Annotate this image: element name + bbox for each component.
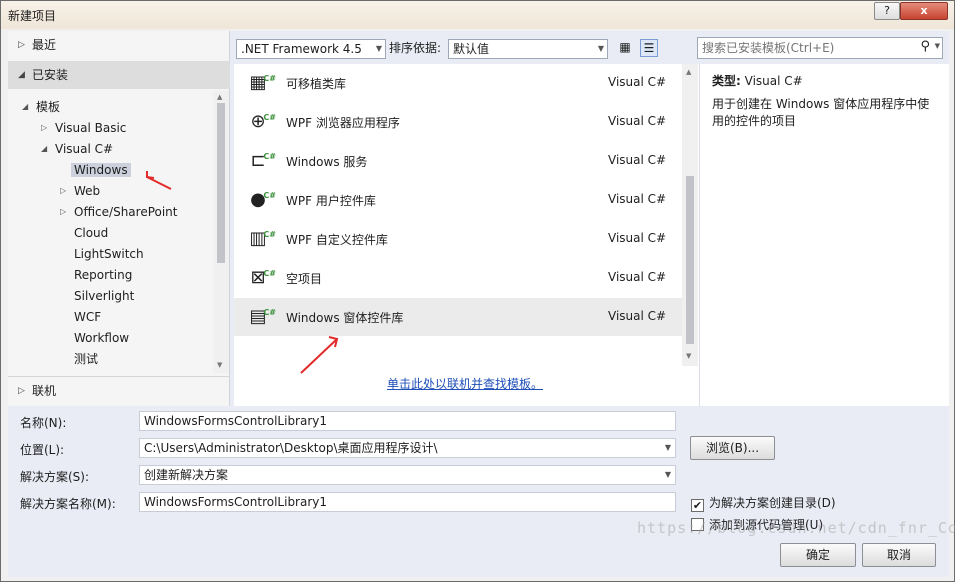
browse-button[interactable]: 浏览(B)... <box>690 436 775 460</box>
help-button[interactable]: ? <box>874 2 900 20</box>
tree-scrollbar[interactable]: ▲ ▼ <box>213 91 229 373</box>
close-button[interactable]: x <box>900 2 948 20</box>
title-bar: 新建项目 ? x <box>1 1 954 29</box>
solution-name-label: 解决方案名称(M): <box>20 497 116 511</box>
name-field[interactable]: WindowsFormsControlLibrary1 <box>139 411 676 431</box>
expand-icon[interactable]: ▷ <box>60 202 66 222</box>
template-description: 用于创建在 Windows 窗体应用程序中使用的控件的项目 <box>712 97 930 128</box>
checkmark-icon[interactable]: ✔ <box>691 499 704 512</box>
tree-node-templates[interactable]: ◢ 模板 <box>22 97 60 117</box>
template-item[interactable]: ● C# WPF 用户控件库 Visual C# <box>234 181 682 219</box>
ok-button[interactable]: 确定 <box>780 543 856 567</box>
scroll-up-icon[interactable]: ▲ <box>217 93 222 101</box>
collapse-icon[interactable]: ◢ <box>41 139 47 159</box>
winforms-control-library-icon: ▤ C# <box>249 306 276 327</box>
tree-node-wcf[interactable]: WCF <box>74 307 101 327</box>
template-item[interactable]: ▦ C# 可移植类库 Visual C# <box>234 64 682 102</box>
expand-icon: ▷ <box>18 386 25 396</box>
collapse-icon: ◢ <box>18 70 25 80</box>
scrollbar-thumb[interactable] <box>686 176 694 344</box>
create-directory-checkbox[interactable]: ✔ 为解决方案创建目录(D) <box>691 494 836 512</box>
location-field[interactable]: C:\Users\Administrator\Desktop\桌面应用程序设计\… <box>139 438 676 458</box>
chevron-down-icon: ▼ <box>375 44 382 53</box>
solution-select[interactable]: 创建新解决方案 ▼ <box>139 465 676 485</box>
templates-scrollbar[interactable]: ▲ ▼ <box>682 64 698 366</box>
tree-node-visual-csharp[interactable]: ◢ Visual C# <box>41 139 113 159</box>
tree-node-cloud[interactable]: Cloud <box>74 223 108 243</box>
search-icon[interactable]: ⚲ <box>920 39 930 54</box>
collapse-icon[interactable]: ◢ <box>22 97 28 117</box>
sort-select[interactable]: 默认值 ▼ <box>448 39 608 59</box>
tree-node-visual-basic[interactable]: ▷ Visual Basic <box>41 118 126 138</box>
tree-node-office-sharepoint[interactable]: ▷ Office/SharePoint <box>60 202 178 222</box>
list-view-icon[interactable]: ☰ <box>640 39 658 57</box>
expand-icon: ▷ <box>18 40 25 50</box>
template-type: 类型: Visual C# <box>712 74 803 88</box>
section-online[interactable]: ▷ 联机 <box>8 376 230 404</box>
wpf-user-control-icon: ● C# <box>250 189 276 210</box>
template-categories-pane: ▷ 最近 ◢ 已安装 ◢ 模板 ▷ Visual Basic ◢ Visual … <box>8 31 230 406</box>
name-label: 名称(N): <box>20 416 67 430</box>
tree-node-silverlight[interactable]: Silverlight <box>74 286 134 306</box>
expand-icon[interactable]: ▷ <box>60 181 66 201</box>
expand-icon[interactable]: ▷ <box>41 118 47 138</box>
scrollbar-thumb[interactable] <box>217 103 225 263</box>
windows-service-icon: ⊏ C# <box>250 150 276 171</box>
dialog-body: ▷ 最近 ◢ 已安装 ◢ 模板 ▷ Visual Basic ◢ Visual … <box>8 31 949 577</box>
location-label: 位置(L): <box>20 443 65 457</box>
watermark: https://blog.csdn.net/cdn_fnr_Conner <box>637 519 955 537</box>
framework-select[interactable]: .NET Framework 4.5 ▼ <box>236 39 386 59</box>
cancel-button[interactable]: 取消 <box>862 543 936 567</box>
sort-label: 排序依据: <box>389 41 442 55</box>
tree-node-workflow[interactable]: Workflow <box>74 328 129 348</box>
grid-view-icon[interactable]: ▦ <box>616 39 634 57</box>
chevron-down-icon[interactable]: ▼ <box>665 466 671 484</box>
tree-node-reporting[interactable]: Reporting <box>74 265 132 285</box>
template-item[interactable]: ⊠ C# 空项目 Visual C# <box>234 259 682 297</box>
section-recent-label: 最近 <box>32 38 57 52</box>
template-item[interactable]: ▥ C# WPF 自定义控件库 Visual C# <box>234 220 682 258</box>
template-description-pane: 类型: Visual C# 用于创建在 Windows 窗体应用程序中使用的控件… <box>699 64 949 406</box>
find-templates-online-link[interactable]: 单击此处以联机并查找模板。 <box>387 375 543 392</box>
solution-name-field[interactable]: WindowsFormsControlLibrary1 <box>139 492 676 512</box>
template-tree: ◢ 模板 ▷ Visual Basic ◢ Visual C# Windows … <box>8 97 213 373</box>
tree-node-test[interactable]: 测试 <box>74 349 98 369</box>
scroll-down-icon[interactable]: ▼ <box>217 361 222 369</box>
search-input[interactable] <box>702 38 912 58</box>
dialog-title: 新建项目 <box>8 9 57 23</box>
new-project-dialog: 新建项目 ? x ▷ 最近 ◢ 已安装 ◢ 模板 ▷ Visual Basic <box>0 0 955 582</box>
wpf-custom-control-icon: ▥ C# <box>249 228 276 249</box>
section-recent[interactable]: ▷ 最近 <box>8 31 230 59</box>
red-arrow-annotation <box>146 171 172 190</box>
section-installed[interactable]: ◢ 已安装 <box>8 61 230 89</box>
chevron-down-icon[interactable]: ▼ <box>665 439 671 457</box>
tree-node-lightswitch[interactable]: LightSwitch <box>74 244 144 264</box>
section-installed-label: 已安装 <box>32 68 69 82</box>
section-online-label: 联机 <box>32 384 57 398</box>
tree-node-windows[interactable]: Windows <box>71 160 131 180</box>
scroll-up-icon[interactable]: ▲ <box>686 68 691 76</box>
template-search[interactable]: ⚲ ▼ <box>697 37 943 59</box>
red-arrow-annotation <box>300 336 339 374</box>
template-item[interactable]: ⊏ C# Windows 服务 Visual C# <box>234 142 682 180</box>
tree-node-web[interactable]: ▷ Web <box>60 181 100 201</box>
template-item[interactable]: ⊕ C# WPF 浏览器应用程序 Visual C# <box>234 103 682 141</box>
chevron-down-icon[interactable]: ▼ <box>935 42 940 50</box>
wpf-browser-app-icon: ⊕ C# <box>250 111 276 132</box>
empty-project-icon: ⊠ C# <box>250 267 276 288</box>
portable-class-library-icon: ▦ C# <box>249 72 276 93</box>
templates-toolbar: .NET Framework 4.5 ▼ 排序依据: 默认值 ▼ ▦ ☰ <box>234 37 691 59</box>
scroll-down-icon[interactable]: ▼ <box>686 352 691 360</box>
chevron-down-icon: ▼ <box>597 44 604 53</box>
solution-label: 解决方案(S): <box>20 470 90 484</box>
